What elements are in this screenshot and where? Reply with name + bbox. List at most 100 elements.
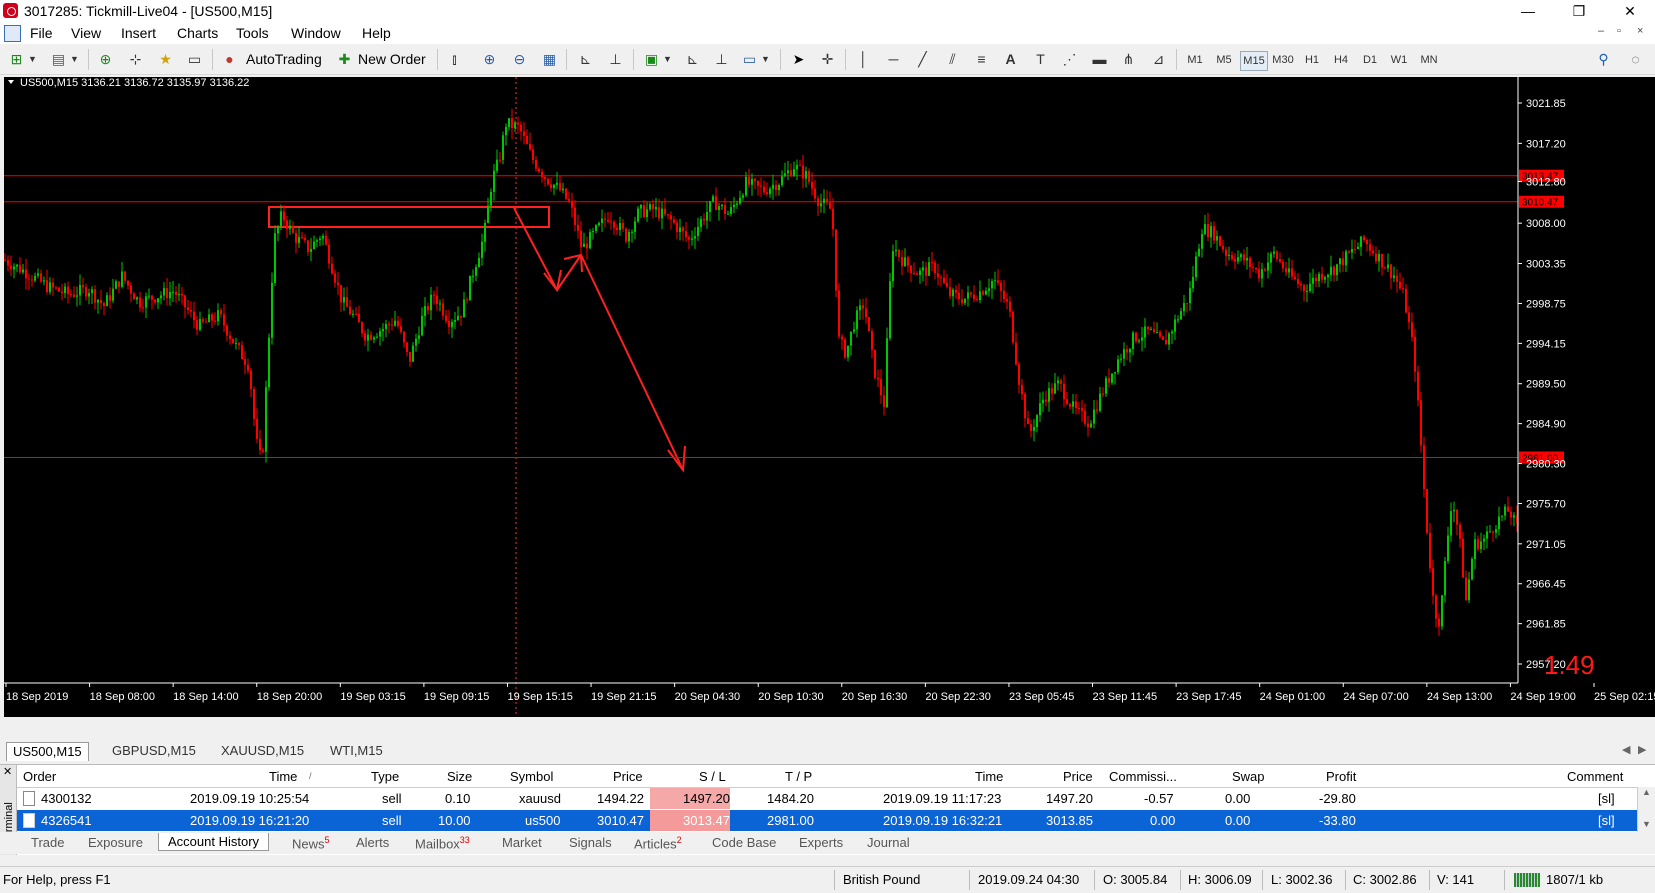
autotrading-icon[interactable]: ● — [221, 51, 238, 68]
candlestick-chart-icon[interactable]: ⫾ — [446, 51, 463, 68]
timeframe-m1[interactable]: M1 — [1182, 51, 1208, 69]
tab-mailbox[interactable]: Mailbox33 — [415, 835, 470, 851]
child-minimize-icon[interactable]: – — [1598, 25, 1604, 37]
restore-button[interactable]: ❐ — [1556, 0, 1602, 22]
col-type[interactable]: Type — [371, 769, 399, 784]
col-order[interactable]: Order — [23, 769, 56, 784]
search-icon[interactable]: ⚲ — [1595, 51, 1612, 68]
col-open-time[interactable]: Time — [269, 769, 297, 784]
col-commission[interactable]: Commissi... — [1109, 769, 1177, 784]
tab-account-history[interactable]: Account History — [158, 833, 270, 851]
timeframe-h4[interactable]: H4 — [1328, 51, 1354, 69]
tab-articles[interactable]: Articles2 — [634, 835, 682, 851]
templates-icon[interactable]: ▭ — [741, 51, 758, 68]
text-tool-icon[interactable]: A — [1002, 51, 1019, 68]
col-profit[interactable]: Profit — [1326, 769, 1356, 784]
symbol-tab-xauusd[interactable]: XAUUSD,M15 — [221, 742, 304, 760]
col-price[interactable]: Price — [613, 769, 643, 784]
table-row[interactable]: 4300132 2019.09.19 10:25:54 sell 0.10 xa… — [17, 788, 1637, 809]
child-close-icon[interactable]: × — [1637, 25, 1643, 37]
candlestick-chart[interactable]: 3013.473010.472981.00 3021.85 3017.20 3012… — [4, 77, 1655, 717]
templates-bars-icon[interactable]: ⊥ — [713, 51, 730, 68]
tab-journal[interactable]: Journal — [867, 835, 910, 850]
tab-exposure[interactable]: Exposure — [88, 835, 143, 850]
tabs-scroll-left-icon[interactable]: ◀ — [1622, 743, 1630, 756]
market-watch-icon[interactable]: ⊕ — [97, 51, 114, 68]
tab-code-base[interactable]: Code Base — [712, 835, 776, 850]
new-chart-icon[interactable]: ⊞ — [8, 51, 25, 68]
navigator-icon[interactable]: ⊹ — [127, 51, 144, 68]
child-restore-icon[interactable]: ▫ — [1617, 25, 1621, 37]
resistance-zone-rectangle[interactable] — [268, 206, 550, 228]
chart-shift-icon[interactable]: ⊥ — [607, 51, 624, 68]
tile-windows-icon[interactable]: ▦ — [541, 51, 558, 68]
status-profile[interactable]: British Pound — [843, 872, 920, 887]
price-chart[interactable]: 3013.47 3010.47 2981.00 3021.85 3017.20 3012… — [4, 77, 1655, 717]
menu-insert[interactable]: Insert — [121, 25, 156, 41]
new-order-button[interactable]: New Order — [358, 51, 426, 67]
timeframe-m30[interactable]: M30 — [1270, 51, 1296, 69]
close-button[interactable]: ✕ — [1607, 0, 1653, 22]
terminal-toggle-icon[interactable]: ▭ — [186, 51, 203, 68]
terminal-scrollbar[interactable]: ▲ ▼ — [1637, 787, 1655, 832]
rectangle-tool-icon[interactable]: ▬ — [1091, 51, 1108, 68]
col-tp[interactable]: T / P — [785, 769, 812, 784]
menu-charts[interactable]: Charts — [177, 25, 218, 41]
profiles-dropdown-icon[interactable]: ▼ — [66, 51, 83, 68]
menu-window[interactable]: Window — [291, 25, 341, 41]
timeframe-h1[interactable]: H1 — [1299, 51, 1325, 69]
menu-file[interactable]: File — [30, 25, 53, 41]
timeframe-mn[interactable]: MN — [1416, 51, 1442, 69]
symbol-tab-us500[interactable]: US500,M15 — [6, 742, 89, 761]
zoom-in-icon[interactable]: ⊕ — [481, 51, 498, 68]
timeframe-w1[interactable]: W1 — [1386, 51, 1412, 69]
new-chart-dropdown-icon[interactable]: ▼ — [24, 51, 41, 68]
templates-dropdown-icon[interactable]: ▼ — [757, 51, 774, 68]
chat-icon[interactable]: ◌ — [1627, 51, 1644, 68]
periods-icon[interactable]: ⊾ — [684, 51, 701, 68]
connection-status-icon[interactable] — [1514, 873, 1540, 887]
fibonacci-icon[interactable]: ≡ — [973, 51, 990, 68]
tab-alerts[interactable]: Alerts — [356, 835, 389, 850]
tabs-scroll-right-icon[interactable]: ▶ — [1638, 743, 1646, 756]
col-close-price[interactable]: Price — [1063, 769, 1093, 784]
zoom-out-icon[interactable]: ⊖ — [511, 51, 528, 68]
menu-help[interactable]: Help — [362, 25, 391, 41]
autoscroll-icon[interactable]: ⊾ — [577, 51, 594, 68]
menu-tools[interactable]: Tools — [236, 25, 269, 41]
tab-signals[interactable]: Signals — [569, 835, 612, 850]
terminal-close-icon[interactable]: ✕ — [3, 765, 12, 778]
tab-news[interactable]: News5 — [292, 835, 330, 851]
tab-trade[interactable]: Trade — [31, 835, 64, 850]
indicators-dropdown-icon[interactable]: ▼ — [659, 51, 676, 68]
menu-view[interactable]: View — [71, 25, 101, 41]
tab-market[interactable]: Market — [502, 835, 542, 850]
chart-header-dropdown-icon[interactable] — [8, 80, 14, 84]
horizontal-line-icon[interactable]: ─ — [885, 51, 902, 68]
vertical-line-icon[interactable]: │ — [855, 51, 872, 68]
timeframe-d1[interactable]: D1 — [1357, 51, 1383, 69]
new-order-icon[interactable]: ✚ — [336, 51, 353, 68]
arrows-tool-icon[interactable]: ⊿ — [1150, 51, 1167, 68]
tab-experts[interactable]: Experts — [799, 835, 843, 850]
down-arrow-line-2[interactable] — [580, 254, 684, 471]
down-arrow-line-1[interactable] — [513, 207, 558, 291]
trendline-icon[interactable]: ╱ — [914, 51, 931, 68]
pitchfork-icon[interactable]: ⋔ — [1120, 51, 1137, 68]
col-comment[interactable]: Comment — [1567, 769, 1623, 784]
fibo-fan-icon[interactable]: ⋰ — [1061, 51, 1078, 68]
cursor-icon[interactable]: ➤ — [790, 51, 807, 68]
timeframe-m15[interactable]: M15 — [1240, 51, 1268, 71]
col-swap[interactable]: Swap — [1232, 769, 1265, 784]
minimize-button[interactable]: — — [1505, 0, 1551, 22]
crosshair-icon[interactable]: ✛ — [819, 51, 836, 68]
scroll-up-icon[interactable]: ▲ — [1642, 787, 1651, 797]
symbol-tab-gbpusd[interactable]: GBPUSD,M15 — [112, 742, 196, 760]
autotrading-button[interactable]: AutoTrading — [246, 51, 322, 67]
symbol-tab-wti[interactable]: WTI,M15 — [330, 742, 383, 760]
scroll-down-icon[interactable]: ▼ — [1642, 819, 1651, 829]
text-label-icon[interactable]: T — [1032, 51, 1049, 68]
profiles-icon[interactable]: ▤ — [50, 51, 67, 68]
equidistant-channel-icon[interactable]: ⫽ — [944, 51, 961, 68]
indicators-icon[interactable]: ▣ — [643, 51, 660, 68]
